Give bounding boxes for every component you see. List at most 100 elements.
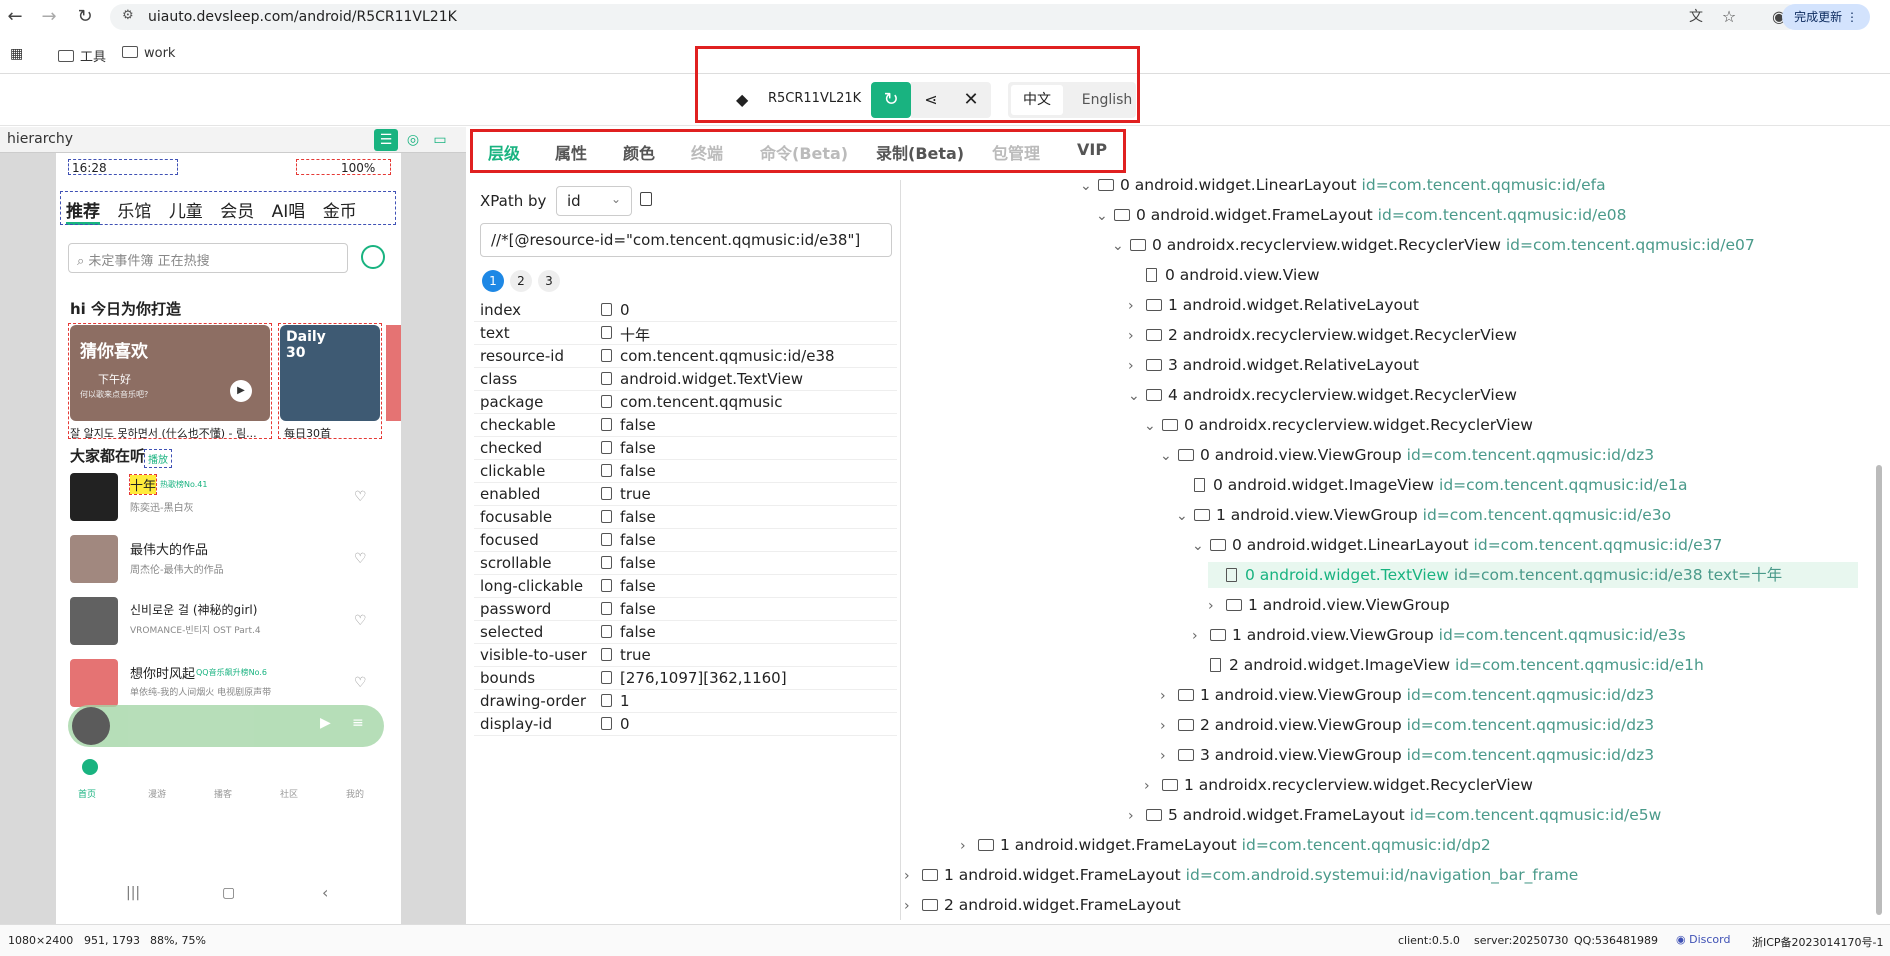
tab-vip[interactable]: VIP <box>1077 140 1107 159</box>
heart-icon[interactable]: ♡ <box>354 613 367 629</box>
chevron-down-icon[interactable]: ⌄ <box>1144 413 1162 439</box>
copy-icon[interactable] <box>601 349 612 362</box>
chevron-right-icon[interactable]: › <box>1128 803 1146 829</box>
tree-node[interactable]: ⌄ 4 androidx.recyclerview.widget.Recycler… <box>1128 382 1517 408</box>
tree-node[interactable]: 0 android.view.View <box>1128 262 1320 288</box>
tab-commands[interactable]: 命令(Beta) <box>760 140 848 164</box>
copy-icon[interactable] <box>601 326 612 339</box>
chevron-right-icon[interactable]: › <box>1128 323 1146 349</box>
copy-icon[interactable] <box>601 372 612 385</box>
copy-icon[interactable] <box>601 671 612 684</box>
page-3-button[interactable]: 3 <box>538 270 560 292</box>
tree-node[interactable]: › 2 android.view.ViewGroup id=com.tencent… <box>1160 712 1654 738</box>
site-settings-icon[interactable]: ⚙ <box>122 8 134 23</box>
chevron-right-icon[interactable]: › <box>1128 293 1146 319</box>
tree-node[interactable]: ⌄ 1 android.view.ViewGroup id=com.tencent… <box>1176 502 1671 528</box>
heart-icon[interactable]: ♡ <box>354 489 367 505</box>
tree-node[interactable]: › 1 android.view.ViewGroup <box>1208 592 1450 618</box>
chevron-down-icon[interactable]: ⌄ <box>1160 443 1178 469</box>
chevron-down-icon[interactable]: ⌄ <box>1096 203 1114 229</box>
page-2-button[interactable]: 2 <box>510 270 532 292</box>
chevron-down-icon[interactable]: ⌄ <box>1080 173 1098 199</box>
copy-icon[interactable] <box>601 694 612 707</box>
chevron-right-icon[interactable]: › <box>904 893 922 919</box>
tree-node[interactable]: › 1 android.widget.FrameLayout id=com.ten… <box>960 832 1491 858</box>
tree-node[interactable]: ⌄ 0 androidx.recyclerview.widget.Recycler… <box>1112 232 1755 258</box>
tab-record[interactable]: 录制(Beta) <box>876 140 964 164</box>
screen-view-button[interactable]: ▭ <box>428 129 452 151</box>
chevron-right-icon[interactable]: › <box>1128 353 1146 379</box>
tree-node[interactable]: 0 android.widget.ImageView id=com.tencen… <box>1176 472 1688 498</box>
tree-node[interactable]: › 3 android.widget.RelativeLayout <box>1128 352 1419 378</box>
tree-node[interactable]: › 3 android.view.ViewGroup id=com.tencent… <box>1160 742 1654 768</box>
chevron-down-icon[interactable]: ⌄ <box>1176 503 1194 529</box>
copy-icon[interactable] <box>601 533 612 546</box>
tree-node[interactable]: › 1 android.widget.RelativeLayout <box>1128 292 1419 318</box>
copy-icon[interactable] <box>601 510 612 523</box>
page-1-button[interactable]: 1 <box>482 270 504 292</box>
copy-icon[interactable] <box>601 556 612 569</box>
copy-icon[interactable] <box>601 602 612 615</box>
tree-node[interactable]: 0 android.widget.TextView id=com.tencent… <box>1208 562 1858 588</box>
heart-icon[interactable]: ♡ <box>354 675 367 691</box>
copy-icon[interactable] <box>601 464 612 477</box>
chevron-down-icon[interactable]: ⌄ <box>1128 383 1146 409</box>
tree-node[interactable]: ⌄ 0 android.widget.FrameLayout id=com.ten… <box>1096 202 1627 228</box>
tree-node[interactable]: › 5 android.widget.FrameLayout id=com.ten… <box>1128 802 1661 828</box>
forward-icon[interactable]: → <box>38 6 60 28</box>
tree-node[interactable]: › 1 androidx.recyclerview.widget.Recycler… <box>1144 772 1533 798</box>
copy-icon[interactable] <box>601 648 612 661</box>
list-view-button[interactable]: ☰ <box>374 129 398 151</box>
update-button[interactable]: 完成更新 ⋮ <box>1782 4 1870 30</box>
copy-icon[interactable] <box>601 303 612 316</box>
heart-icon[interactable]: ♡ <box>354 551 367 567</box>
tree-node[interactable]: ⌄ 0 android.widget.LinearLayout id=com.te… <box>1192 532 1722 558</box>
bookmark-tools[interactable]: 工具 <box>58 46 106 65</box>
tab-colors[interactable]: 颜色 <box>623 140 655 164</box>
xpath-input[interactable]: //*[@resource-id="com.tencent.qqmusic:id… <box>480 223 892 257</box>
discord-link[interactable]: ◉ Discord <box>1676 933 1730 946</box>
chevron-right-icon[interactable]: › <box>1208 593 1226 619</box>
chevron-right-icon[interactable]: › <box>1192 623 1210 649</box>
copy-icon[interactable] <box>601 625 612 638</box>
back-icon[interactable]: ← <box>4 6 26 28</box>
chevron-right-icon[interactable]: › <box>1160 683 1178 709</box>
tree-node[interactable]: › 2 android.widget.FrameLayout <box>904 892 1181 918</box>
tree-node[interactable]: › 1 android.view.ViewGroup id=com.tencent… <box>1160 682 1654 708</box>
status-icp[interactable]: 浙ICP备2023014170号-1 <box>1752 934 1884 950</box>
chevron-down-icon[interactable]: ⌄ <box>1112 233 1130 259</box>
tree-node[interactable]: › 1 android.widget.FrameLayout id=com.and… <box>904 862 1578 888</box>
address-bar[interactable]: ⚙ uiauto.devsleep.com/android/R5CR11VL21… <box>110 4 1800 30</box>
tree-node[interactable]: 2 android.widget.ImageView id=com.tencen… <box>1192 652 1704 678</box>
tree-scrollbar[interactable] <box>1876 465 1882 915</box>
bookmark-work[interactable]: work <box>122 46 175 61</box>
target-view-button[interactable]: ◎ <box>401 129 425 151</box>
chevron-right-icon[interactable]: › <box>960 833 978 859</box>
tab-packages[interactable]: 包管理 <box>992 140 1040 164</box>
chevron-right-icon[interactable]: › <box>904 863 922 889</box>
apps-grid-icon[interactable]: ▦ <box>10 46 23 62</box>
copy-icon[interactable] <box>601 717 612 730</box>
copy-icon[interactable] <box>601 441 612 454</box>
copy-icon[interactable] <box>601 487 612 500</box>
translate-icon[interactable]: 文 <box>1685 6 1707 28</box>
tree-node[interactable]: › 1 android.view.ViewGroup id=com.tencent… <box>1192 622 1686 648</box>
copy-icon[interactable] <box>640 192 652 206</box>
tree-node[interactable]: ⌄ 0 android.widget.LinearLayout id=com.te… <box>1080 172 1606 198</box>
copy-icon[interactable] <box>601 395 612 408</box>
tab-properties[interactable]: 属性 <box>555 140 587 164</box>
xpath-select[interactable]: id ⌄ <box>556 186 632 216</box>
chevron-right-icon[interactable]: › <box>1160 743 1178 769</box>
reload-icon[interactable]: ↻ <box>74 6 96 28</box>
tree-node[interactable]: ⌄ 0 androidx.recyclerview.widget.Recycler… <box>1144 412 1533 438</box>
chevron-right-icon[interactable]: › <box>1160 713 1178 739</box>
tab-terminal[interactable]: 终端 <box>691 140 723 164</box>
copy-icon[interactable] <box>601 579 612 592</box>
tree-node[interactable]: › 2 androidx.recyclerview.widget.Recycler… <box>1128 322 1517 348</box>
chevron-down-icon[interactable]: ⌄ <box>1192 533 1210 559</box>
tree-node[interactable]: ⌄ 0 android.view.ViewGroup id=com.tencent… <box>1160 442 1654 468</box>
copy-icon[interactable] <box>601 418 612 431</box>
device-screenshot[interactable]: 16:28 100% 推荐 乐馆 儿童 会员 AI唱 金币 ⌕ 未定事件簿 正在… <box>56 153 401 924</box>
tab-hierarchy[interactable]: 层级 <box>488 140 520 164</box>
chevron-right-icon[interactable]: › <box>1144 773 1162 799</box>
